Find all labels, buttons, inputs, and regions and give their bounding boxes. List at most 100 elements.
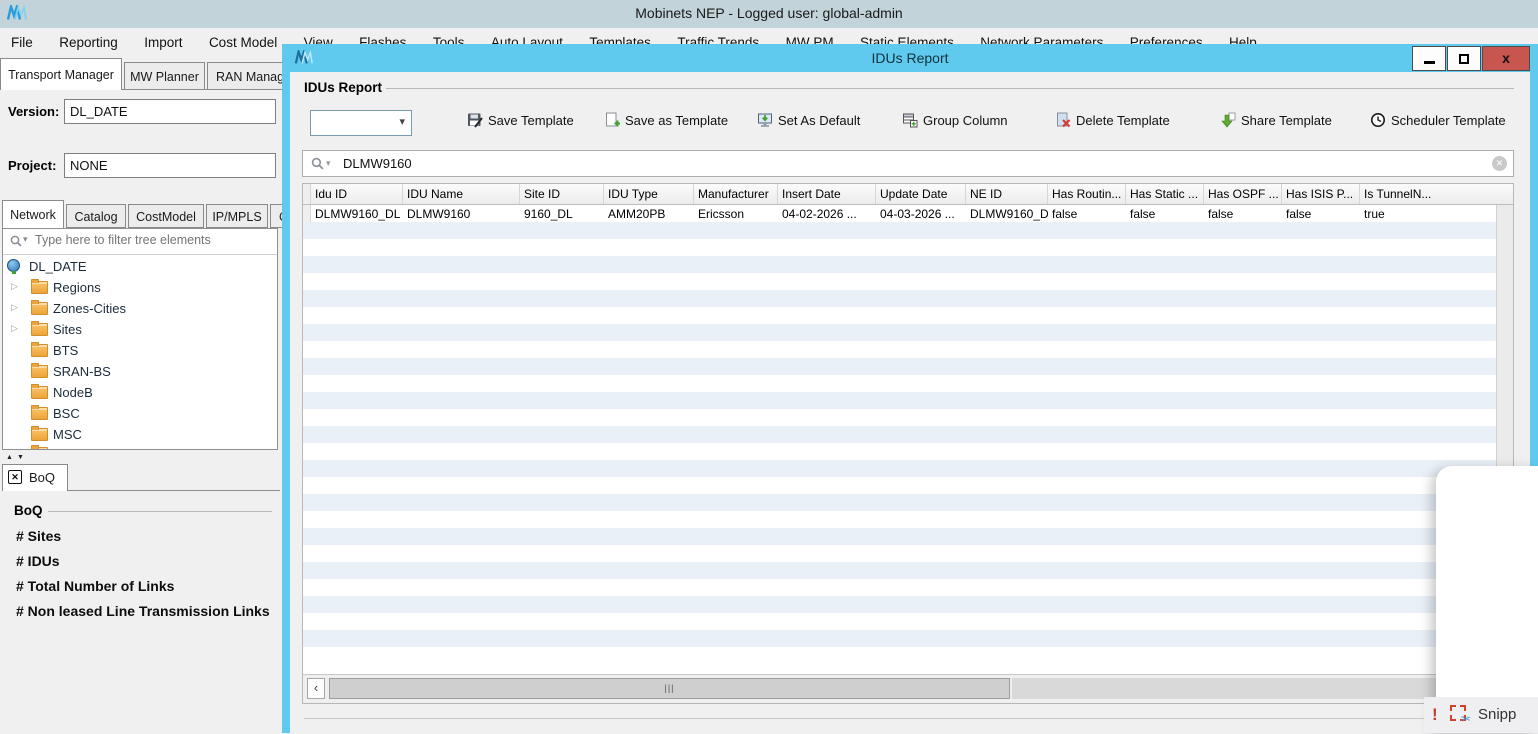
tree-item-label: NodeB [53,385,93,400]
minimize-icon [1424,61,1435,64]
save-as-template-label: Save as Template [625,113,728,128]
tree-item-label: MGW [53,446,86,450]
dialog-bottom-divider [304,718,1516,719]
col-site-id[interactable]: Site ID [520,184,604,204]
col-idu-id[interactable]: Idu ID [311,184,403,204]
snipping-tool-label[interactable]: Snipp [1478,706,1516,723]
scissors-icon: ✂ [1461,712,1471,726]
minimize-button[interactable] [1412,46,1446,71]
cell-has-isis: false [1282,205,1360,222]
boq-item-non-leased: # Non leased Line Transmission Links [16,603,270,619]
panel-splitter[interactable]: ▲▼ [0,452,282,464]
table-row[interactable]: DLMW9160_DL DLMW9160 9160_DL AMM20PB Eri… [303,205,1513,222]
col-ne-id[interactable]: NE ID [966,184,1048,204]
tree-item-label: SRAN-BS [53,364,111,379]
col-has-ospf[interactable]: Has OSPF ... [1204,184,1282,204]
boq-item-sites: # Sites [16,528,61,544]
version-input[interactable] [64,99,276,124]
cell-has-routing: false [1048,205,1126,222]
main-window-title: Mobinets NEP - Logged user: global-admin [0,5,1538,21]
splitter-down-icon[interactable]: ▼ [17,454,28,461]
save-template-button[interactable]: Save Template [467,112,574,134]
idus-table: Idu ID IDU Name Site ID IDU Type Manufac… [302,183,1514,704]
col-update-date[interactable]: Update Date [876,184,966,204]
report-group-title: IDUs Report [304,80,382,95]
template-combobox[interactable]: ▾ [310,110,412,136]
col-has-static[interactable]: Has Static ... [1126,184,1204,204]
delete-template-icon [1055,113,1076,128]
scrollbar-thumb[interactable]: ||| [329,678,1010,699]
col-insert-date[interactable]: Insert Date [778,184,876,204]
col-manufacturer[interactable]: Manufacturer [694,184,778,204]
cell-manufacturer: Ericsson [694,205,778,222]
save-template-label: Save Template [488,113,574,128]
share-template-label: Share Template [1241,113,1332,128]
cell-update-date: 04-03-2026 ... [876,205,966,222]
clear-search-icon[interactable]: ✕ [1492,156,1507,171]
scheduler-template-button[interactable]: Scheduler Template [1370,112,1506,134]
tree-tab-network[interactable]: Network [2,200,64,228]
boq-group-rule [48,511,272,512]
search-options-chevron-icon[interactable]: ▾ [23,234,28,245]
scheduler-template-icon [1370,113,1391,128]
row-header-cell [303,205,311,222]
tab-mw-planner[interactable]: MW Planner [124,62,205,90]
tab-transport-manager[interactable]: Transport Manager [0,58,122,90]
snipping-tool-icon[interactable]: ✂ [1450,705,1466,721]
menu-cost-model[interactable]: Cost Model [198,28,288,58]
cell-insert-date: 04-02-2026 ... [778,205,876,222]
boq-tab[interactable]: ✕ BoQ [2,464,68,491]
tree-tab-ipmpls[interactable]: IP/MPLS [206,204,268,228]
tree-root-label: DL_DATE [29,259,87,274]
maximize-button[interactable] [1447,46,1481,71]
tree-item-label: BTS [53,343,78,358]
col-idu-type[interactable]: IDU Type [604,184,694,204]
delete-template-button[interactable]: Delete Template [1055,112,1170,134]
close-tab-icon[interactable]: ✕ [8,470,22,484]
scrollbar-track[interactable] [1012,678,1509,699]
col-has-routing[interactable]: Has Routin... [1048,184,1126,204]
group-column-button[interactable]: Group Column [902,112,1008,134]
tree-tab-costmodel[interactable]: CostModel [128,204,204,228]
search-options-chevron-icon[interactable]: ▾ [326,158,331,169]
scroll-left-icon[interactable]: ‹ [307,678,325,699]
col-idu-name[interactable]: IDU Name [403,184,520,204]
folder-icon [31,365,48,378]
cell-idu-type: AMM20PB [604,205,694,222]
menu-import[interactable]: Import [133,28,193,58]
col-has-isis[interactable]: Has ISIS P... [1282,184,1360,204]
tree-filter-input[interactable] [33,232,267,248]
splitter-up-icon[interactable]: ▲ [6,454,17,461]
folder-icon [31,386,48,399]
expand-icon[interactable]: ▷ [11,281,18,292]
share-template-button[interactable]: Share Template [1220,112,1332,134]
cell-has-ospf: false [1204,205,1282,222]
idus-report-dialog: IDUs Report x IDUs Report ▾ Save Templat… [282,44,1538,733]
report-group-rule [386,88,1514,89]
dialog-titlebar[interactable]: IDUs Report x [282,44,1538,72]
project-input[interactable] [64,153,276,178]
maximize-icon [1459,54,1469,64]
boq-tab-label: BoQ [29,470,55,485]
report-search-input[interactable] [341,155,1445,172]
expand-icon[interactable]: ▷ [11,323,18,334]
folder-icon [31,407,48,420]
menu-file[interactable]: File [0,28,44,58]
col-is-tunnel[interactable]: Is TunnelN... [1360,184,1511,204]
menu-reporting[interactable]: Reporting [48,28,129,58]
close-button[interactable]: x [1482,46,1530,71]
tab-ran-manager[interactable]: RAN Manager [207,62,291,90]
row-header-strip [303,184,311,204]
tree-tab-catalog[interactable]: Catalog [66,204,126,228]
alert-icon: ! [1432,705,1438,725]
set-as-default-button[interactable]: Set As Default [757,112,860,134]
tree-item-label: Regions [53,280,101,295]
save-as-template-button[interactable]: Save as Template [604,112,728,134]
tree-item-label: MSC [53,427,82,442]
horizontal-scrollbar[interactable]: ‹ ||| [303,674,1513,703]
expand-icon[interactable]: ▷ [11,302,18,313]
folder-icon [31,344,48,357]
search-icon [9,234,23,253]
folder-icon [31,302,48,315]
scheduler-template-label: Scheduler Template [1391,113,1506,128]
